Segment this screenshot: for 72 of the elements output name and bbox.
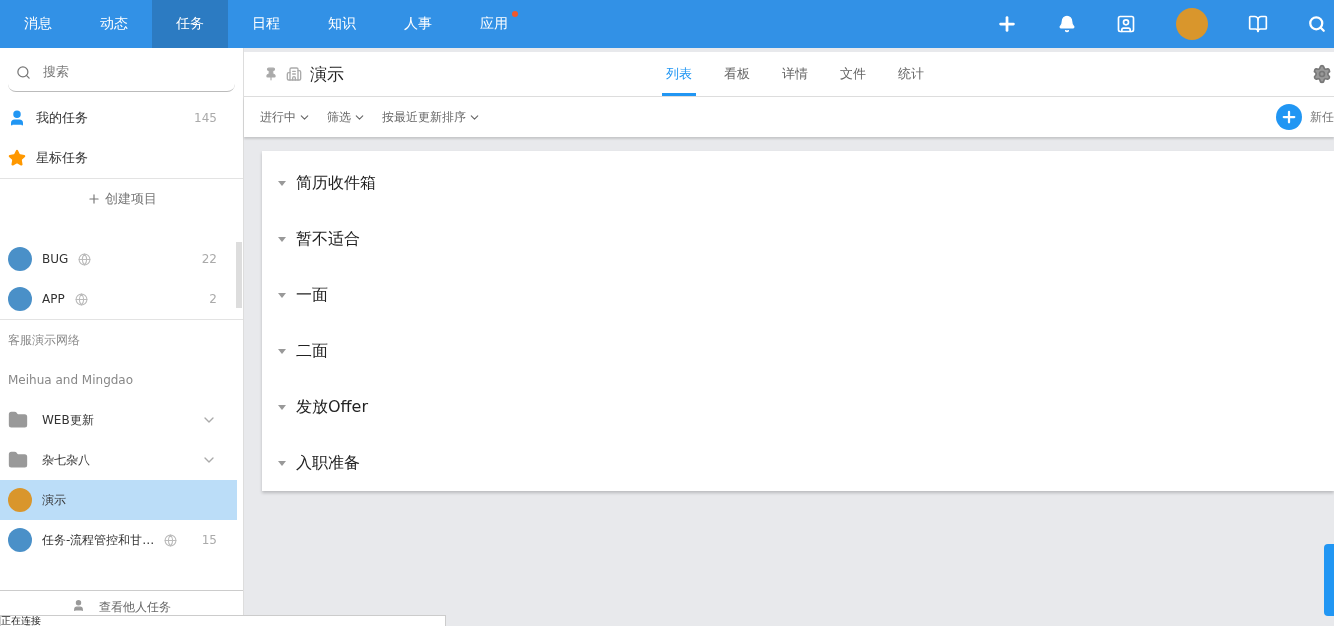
project-item[interactable]: APP 2: [0, 279, 237, 319]
sidebar-item[interactable]: 我的任务 145: [0, 98, 237, 138]
group-heading: Meihua and Mingdao: [7, 372, 135, 389]
person-icon: [72, 599, 85, 612]
project-title: 演示: [310, 62, 345, 86]
caret-icon: [278, 180, 286, 186]
stage-header[interactable]: 二面: [262, 323, 1334, 379]
stage-header[interactable]: 简历收件箱: [262, 155, 1334, 211]
item-label: 星标任务: [36, 149, 88, 167]
item-count: 15: [201, 533, 217, 547]
search-field[interactable]: 搜索: [8, 53, 235, 92]
sidebar-item[interactable]: 星标任务: [0, 138, 237, 178]
folder-icon: [8, 410, 28, 430]
stage-header[interactable]: 一面: [262, 267, 1334, 323]
bell-icon[interactable]: [1058, 15, 1076, 33]
new-task-button[interactable]: 新任: [1276, 104, 1334, 130]
item-label: 我的任务: [36, 109, 88, 127]
group-heading: 客服演示网络: [7, 331, 81, 349]
view-others-tasks-button[interactable]: 查看他人任务: [0, 590, 243, 614]
filter-dropdown[interactable]: 筛选: [327, 108, 366, 126]
nav-tab[interactable]: 应用: [456, 0, 532, 48]
plus-icon[interactable]: [996, 13, 1018, 35]
view-tab[interactable]: 文件: [836, 52, 870, 96]
plus-icon: [1276, 104, 1302, 130]
create-project-button[interactable]: 创建项目: [0, 179, 243, 219]
stage-header[interactable]: 暂不适合: [262, 211, 1334, 267]
folder-icon: [8, 450, 28, 470]
item-count: 22: [201, 252, 217, 266]
item-label: 演示: [42, 491, 66, 509]
item-label: 任务-流程管控和甘…: [42, 531, 155, 549]
filter-dropdown[interactable]: 进行中: [260, 108, 311, 126]
folder-item[interactable]: WEB更新: [0, 400, 237, 440]
nav-tab[interactable]: 日程: [228, 0, 304, 48]
building-icon: [286, 66, 302, 82]
caret-icon: [278, 348, 286, 354]
nav-tab[interactable]: 知识: [304, 0, 380, 48]
photo-placeholder: [8, 287, 32, 311]
search-icon[interactable]: [1308, 15, 1326, 33]
nav-tab[interactable]: 任务: [152, 0, 228, 48]
item-count: 145: [194, 111, 217, 125]
settings-icon[interactable]: [1312, 64, 1332, 84]
plus-icon: [86, 192, 101, 206]
view-tab[interactable]: 看板: [720, 52, 754, 96]
project-item[interactable]: BUG 22: [0, 239, 237, 279]
caret-icon: [278, 404, 286, 410]
person-icon: [8, 109, 26, 127]
star-icon: [8, 149, 26, 167]
view-tab[interactable]: 统计: [894, 52, 928, 96]
caret-icon: [278, 460, 286, 466]
contact-card-icon[interactable]: [1116, 14, 1136, 34]
nav-tab[interactable]: 消息: [0, 0, 76, 48]
connection-status-toast: 正在连接: [0, 615, 446, 626]
photo-placeholder: [8, 247, 32, 271]
view-tab[interactable]: 详情: [778, 52, 812, 96]
nav-tab[interactable]: 人事: [380, 0, 456, 48]
folder-item[interactable]: 杂七杂八: [0, 440, 237, 480]
nav-tab[interactable]: 动态: [76, 0, 152, 48]
pin-icon[interactable]: [264, 67, 278, 81]
avatar: [8, 488, 32, 512]
search-icon: [16, 64, 31, 80]
filter-dropdown[interactable]: 按最近更新排序: [382, 108, 481, 126]
stage-header[interactable]: 发放Offer: [262, 379, 1334, 435]
item-label: APP: [42, 292, 65, 306]
caret-icon: [278, 236, 286, 242]
item-label: BUG: [42, 252, 69, 266]
project-item[interactable]: 任务-流程管控和甘… 15: [0, 520, 237, 560]
stage-header[interactable]: 入职准备: [262, 435, 1334, 491]
photo-placeholder: [8, 528, 32, 552]
caret-icon: [278, 292, 286, 298]
book-icon[interactable]: [1248, 14, 1268, 34]
project-item[interactable]: 演示: [0, 480, 237, 520]
item-count: 2: [209, 292, 217, 306]
